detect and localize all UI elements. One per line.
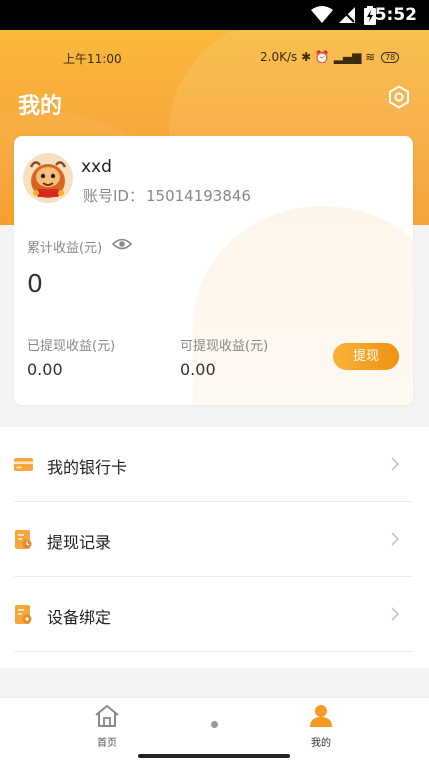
menu-item-bank-card[interactable]: 我的银行卡 — [0, 427, 429, 502]
menu-item-label: 设备绑定 — [47, 608, 112, 627]
total-earnings-label: 累计收益(元) — [27, 241, 103, 256]
username: xxd — [81, 157, 112, 177]
withdrawn-earnings-label: 已提现收益(元) — [27, 339, 116, 354]
bottom-tab-bar: 首页 我的 — [0, 697, 429, 764]
account-id-label: 账号ID： — [83, 187, 144, 205]
battery-badge: 78 — [381, 52, 400, 63]
device-bind-icon — [15, 605, 32, 624]
user-icon — [310, 705, 332, 727]
eye-icon[interactable] — [112, 236, 132, 252]
withdrawn-earnings-value: 0.00 — [27, 360, 63, 379]
bank-card-icon — [14, 458, 33, 471]
account-id-value: 15014193846 — [145, 187, 251, 205]
menu-item-label: 提现记录 — [47, 533, 112, 552]
chevron-right-icon — [391, 607, 400, 621]
menu-item-withdraw-record[interactable]: 提现记录 — [0, 502, 429, 577]
system-time: 5:52 — [374, 5, 417, 25]
withdraw-record-icon — [15, 530, 32, 549]
page-indicator-dot — [211, 721, 218, 728]
chevron-right-icon — [391, 457, 400, 471]
account-id-row: 账号ID： 15014193846 — [81, 185, 251, 206]
system-status-bar: 5:52 — [0, 0, 429, 30]
gesture-navigation-handle[interactable] — [138, 754, 290, 758]
tab-label: 首页 — [97, 738, 117, 749]
page-title: 我的 — [18, 94, 63, 119]
home-icon — [95, 705, 119, 727]
menu-item-label: 我的银行卡 — [47, 458, 128, 477]
menu-list: 我的银行卡 提现记录 设备绑定 — [0, 427, 429, 668]
tab-label: 我的 — [311, 738, 331, 749]
app-status-time: 上午11:00 — [63, 52, 122, 66]
chevron-right-icon — [391, 532, 400, 546]
total-earnings-value: 0 — [27, 269, 43, 298]
tab-home[interactable]: 首页 — [77, 704, 137, 749]
settings-icon[interactable] — [387, 85, 411, 109]
wifi-icon — [311, 6, 333, 23]
withdraw-button[interactable]: 提现 — [333, 343, 399, 370]
app-status-indicators: 2.0K/s ✱ ⏰ ▂▄▆ ≋ — [260, 50, 376, 64]
tab-mine[interactable]: 我的 — [291, 704, 351, 749]
available-earnings-label: 可提现收益(元) — [180, 339, 269, 354]
earnings-card: xxd 账号ID： 15014193846 累计收益(元) 0 已提现收益(元) … — [14, 136, 413, 405]
no-signal-icon — [339, 7, 355, 23]
avatar[interactable] — [23, 153, 73, 203]
menu-item-device-bind[interactable]: 设备绑定 — [0, 577, 429, 652]
available-earnings-value: 0.00 — [180, 360, 216, 379]
app-status-bar: 上午11:00 2.0K/s ✱ ⏰ ▂▄▆ ≋ 78 — [0, 50, 429, 66]
